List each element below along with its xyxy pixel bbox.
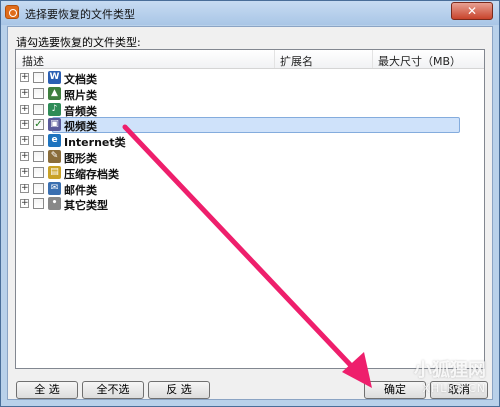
archive-icon: ▤	[48, 165, 61, 179]
internet-explorer-icon: e	[48, 134, 61, 148]
list-item[interactable]: + ✎ 图形类	[16, 149, 484, 165]
item-checkbox[interactable]	[33, 103, 44, 115]
list-item[interactable]: + ✓ ▣ 视频类	[16, 117, 484, 133]
dialog-window: 选择要恢复的文件类型 ✕ 请勾选要恢复的文件类型: 描述 扩展名 最大尺寸（MB…	[0, 0, 500, 407]
column-separator[interactable]	[372, 50, 373, 68]
video-icon: ▣	[48, 118, 61, 132]
expand-icon[interactable]: +	[20, 199, 29, 209]
select-all-button[interactable]: 全 选	[16, 381, 78, 399]
title-bar[interactable]: 选择要恢复的文件类型 ✕	[1, 1, 499, 25]
close-button[interactable]: ✕	[451, 2, 493, 20]
item-checkbox[interactable]	[33, 87, 44, 99]
list-item-label: 压缩存档类	[64, 167, 119, 181]
list-item-label: 邮件类	[64, 183, 97, 197]
watermark-url: XHLKS.CN	[422, 382, 486, 395]
item-checkbox[interactable]: ✓	[33, 119, 44, 131]
selection-highlight	[52, 117, 460, 134]
item-checkbox[interactable]	[33, 166, 44, 178]
file-type-list[interactable]: 描述 扩展名 最大尺寸（MB） + W 文档类 + ▲ 照片类 + ♪ 音频类 + ✓ ▣ 视频类 + e I…	[15, 49, 485, 369]
column-header-description[interactable]: 描述	[22, 53, 44, 69]
list-item-label: 文档类	[64, 73, 97, 86]
invert-selection-button[interactable]: 反 选	[148, 381, 210, 399]
column-header-max-size[interactable]: 最大尺寸（MB）	[378, 53, 461, 69]
list-item-label: 照片类	[64, 88, 97, 102]
photo-icon: ▲	[48, 86, 61, 100]
item-checkbox[interactable]	[33, 150, 44, 162]
item-checkbox[interactable]	[33, 182, 44, 194]
item-checkbox[interactable]	[33, 72, 44, 83]
instruction-label: 请勾选要恢复的文件类型:	[16, 36, 141, 49]
list-item-label: 音频类	[64, 104, 97, 118]
expand-icon[interactable]: +	[20, 136, 29, 146]
word-doc-icon: W	[48, 71, 61, 84]
list-item[interactable]: + ▤ 压缩存档类	[16, 165, 484, 181]
select-none-button[interactable]: 全不选	[82, 381, 144, 399]
item-checkbox[interactable]	[33, 198, 44, 210]
expand-icon[interactable]: +	[20, 73, 29, 82]
audio-icon: ♪	[48, 102, 61, 116]
expand-icon[interactable]: +	[20, 120, 29, 130]
mail-icon: ✉	[48, 181, 61, 195]
list-item-label: 图形类	[64, 151, 97, 165]
watermark: 小狐狸网 XHLKS.CN	[414, 356, 486, 395]
list-item-label: 其它类型	[64, 199, 108, 213]
graphics-icon: ✎	[48, 149, 61, 163]
list-item[interactable]: + ▲ 照片类	[16, 86, 484, 102]
watermark-title: 小狐狸网	[414, 360, 486, 381]
list-rows: + W 文档类 + ▲ 照片类 + ♪ 音频类 + ✓ ▣ 视频类 + e Internet类 + ✎ 图形类 + ▤ 压…	[16, 70, 484, 212]
expand-icon[interactable]: +	[20, 88, 29, 98]
item-checkbox[interactable]	[33, 135, 44, 147]
column-separator[interactable]	[274, 50, 275, 68]
expand-icon[interactable]: +	[20, 167, 29, 177]
list-item[interactable]: + ✉ 邮件类	[16, 181, 484, 197]
list-item-label: Internet类	[64, 136, 126, 150]
list-item[interactable]: + e Internet类	[16, 133, 484, 149]
list-item[interactable]: + W 文档类	[16, 70, 484, 86]
list-item[interactable]: + ♪ 音频类	[16, 102, 484, 118]
dialog-body: 请勾选要恢复的文件类型: 描述 扩展名 最大尺寸（MB） + W 文档类 + ▲ 照片类 +…	[7, 26, 493, 400]
list-header: 描述 扩展名 最大尺寸（MB）	[16, 50, 484, 69]
expand-icon[interactable]: +	[20, 183, 29, 193]
column-header-extension[interactable]: 扩展名	[280, 53, 313, 69]
expand-icon[interactable]: +	[20, 104, 29, 114]
app-icon	[5, 5, 19, 19]
window-title: 选择要恢复的文件类型	[25, 8, 135, 21]
expand-icon[interactable]: +	[20, 151, 29, 161]
list-item[interactable]: + • 其它类型	[16, 196, 484, 212]
list-item-label: 视频类	[64, 120, 97, 134]
other-file-icon: •	[48, 197, 61, 211]
